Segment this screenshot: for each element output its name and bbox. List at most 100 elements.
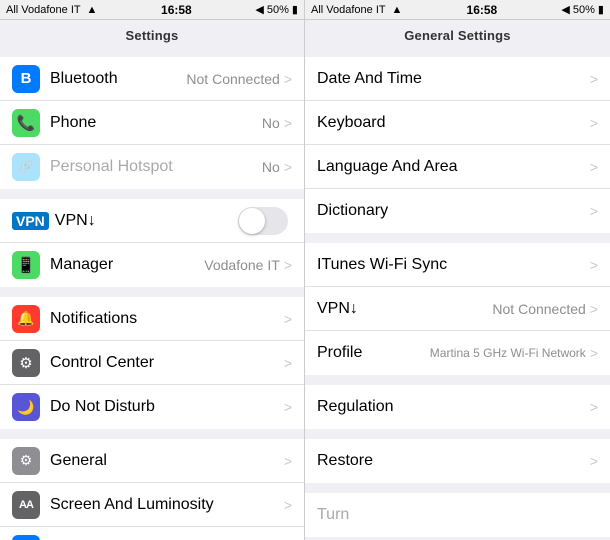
profile-label: Profile xyxy=(317,344,430,362)
turn-item[interactable]: Turn xyxy=(305,493,610,537)
hotspot-chevron: > xyxy=(284,159,292,175)
bluetooth-label: Bluetooth xyxy=(50,70,186,88)
ituneswifisync-item[interactable]: ITunes Wi-Fi Sync > xyxy=(305,243,610,287)
background-item[interactable]: ✦ Background > xyxy=(0,527,304,540)
notifications-item[interactable]: 🔔 Notifications > xyxy=(0,297,304,341)
time-left: 16:58 xyxy=(161,3,192,17)
hotspot-icon: 🔗 xyxy=(12,153,40,181)
right-vpn-value: Not Connected xyxy=(492,301,585,317)
gap xyxy=(0,47,304,57)
manager-label: Manager xyxy=(50,256,204,274)
keyboard-item[interactable]: Keyboard > xyxy=(305,101,610,145)
r-gap4 xyxy=(305,429,610,439)
profile-value: Martina 5 GHz Wi-Fi Network xyxy=(430,346,586,360)
general-settings-title: General Settings xyxy=(305,20,610,47)
phone-item[interactable]: 📞 Phone No > xyxy=(0,101,304,145)
gap2 xyxy=(0,189,304,199)
notifications-label: Notifications xyxy=(50,310,284,328)
hotspot-value: No xyxy=(262,159,280,175)
keyboard-chevron: > xyxy=(590,115,598,131)
controlcenter-icon: ⚙ xyxy=(12,349,40,377)
appearance-group: ⚙ General > AA Screen And Luminosity > ✦… xyxy=(0,439,304,540)
status-bar-left: All Vodafone IT ▲ 16:58 ◀ 50% ▮ xyxy=(0,0,305,20)
hotspot-item[interactable]: 🔗 Personal Hotspot No > xyxy=(0,145,304,189)
donotdisturb-chevron: > xyxy=(284,399,292,415)
battery-right: ◀ 50% ▮ xyxy=(561,3,604,16)
bluetooth-icon: B xyxy=(12,65,40,93)
right-vpn-chevron: > xyxy=(590,301,598,317)
general-label: General xyxy=(50,452,284,470)
donotdisturb-icon: 🌙 xyxy=(12,393,40,421)
carrier-right: All Vodafone IT ▲ xyxy=(311,4,402,16)
datetime-item[interactable]: Date And Time > xyxy=(305,57,610,101)
donotdisturb-label: Do Not Disturb xyxy=(50,398,284,416)
itunes-group: ITunes Wi-Fi Sync > VPN↓ Not Connected >… xyxy=(305,243,610,375)
bluetooth-item[interactable]: B Bluetooth Not Connected > xyxy=(0,57,304,101)
screenluminosity-chevron: > xyxy=(284,497,292,513)
status-bar-right: All Vodafone IT ▲ 16:58 ◀ 50% ▮ xyxy=(305,0,610,20)
notifications-icon: 🔔 xyxy=(12,305,40,333)
status-bar: All Vodafone IT ▲ 16:58 ◀ 50% ▮ All Voda… xyxy=(0,0,610,20)
dictionary-item[interactable]: Dictionary > xyxy=(305,189,610,233)
r-gap1 xyxy=(305,47,610,57)
regulation-item[interactable]: Regulation > xyxy=(305,385,610,429)
r-gap2 xyxy=(305,233,610,243)
right-vpn-item[interactable]: VPN↓ Not Connected > xyxy=(305,287,610,331)
restore-item[interactable]: Restore > xyxy=(305,439,610,483)
manager-icon: 📱 xyxy=(12,251,40,279)
regulation-label: Regulation xyxy=(317,398,590,416)
right-vpn-label: VPN↓ xyxy=(317,300,492,318)
vpn-item[interactable]: VPN VPN↓ xyxy=(0,199,304,243)
system-group: 🔔 Notifications > ⚙ Control Center > 🌙 D… xyxy=(0,297,304,429)
controlcenter-chevron: > xyxy=(284,355,292,371)
r-gap3 xyxy=(305,375,610,385)
vpn-label: VPN↓ xyxy=(55,212,238,230)
vpn-toggle[interactable] xyxy=(238,207,288,235)
datetime-label: Date And Time xyxy=(317,70,590,88)
battery-left: ◀ 50% ▮ xyxy=(255,3,298,16)
profile-item[interactable]: Profile Martina 5 GHz Wi-Fi Network > xyxy=(305,331,610,375)
dictionary-label: Dictionary xyxy=(317,202,590,220)
gap4 xyxy=(0,429,304,439)
keyboard-label: Keyboard xyxy=(317,114,590,132)
profile-chevron: > xyxy=(590,345,598,361)
background-icon: ✦ xyxy=(12,535,40,540)
general-item[interactable]: ⚙ General > xyxy=(0,439,304,483)
time-right: 16:58 xyxy=(467,3,498,17)
gap3 xyxy=(0,287,304,297)
datetime-chevron: > xyxy=(590,71,598,87)
screenluminosity-icon: AA xyxy=(12,491,40,519)
restore-chevron: > xyxy=(590,453,598,469)
general-icon: ⚙ xyxy=(12,447,40,475)
carrier-left: All Vodafone IT ▲ xyxy=(6,4,97,16)
restore-label: Restore xyxy=(317,452,590,470)
r-gap5 xyxy=(305,483,610,493)
ituneswifisync-chevron: > xyxy=(590,257,598,273)
phone-value: No xyxy=(262,115,280,131)
restore-group: Restore > xyxy=(305,439,610,483)
dictionary-chevron: > xyxy=(590,203,598,219)
manager-chevron: > xyxy=(284,257,292,273)
phone-label: Phone xyxy=(50,114,262,132)
general-settings-panel: General Settings Date And Time > Keyboar… xyxy=(305,20,610,540)
phone-chevron: > xyxy=(284,115,292,131)
donotdisturb-item[interactable]: 🌙 Do Not Disturb > xyxy=(0,385,304,429)
turn-group: Turn xyxy=(305,493,610,537)
phone-icon: 📞 xyxy=(12,109,40,137)
regulation-group: Regulation > xyxy=(305,385,610,429)
hotspot-label: Personal Hotspot xyxy=(50,158,262,176)
screenluminosity-label: Screen And Luminosity xyxy=(50,496,284,514)
controlcenter-item[interactable]: ⚙ Control Center > xyxy=(0,341,304,385)
screenluminosity-item[interactable]: AA Screen And Luminosity > xyxy=(0,483,304,527)
bluetooth-chevron: > xyxy=(284,71,292,87)
languagearea-item[interactable]: Language And Area > xyxy=(305,145,610,189)
settings-title: Settings xyxy=(0,20,304,47)
languagearea-label: Language And Area xyxy=(317,158,590,176)
manager-value: Vodafone IT xyxy=(204,257,280,273)
manager-item[interactable]: 📱 Manager Vodafone IT > xyxy=(0,243,304,287)
connectivity-group: B Bluetooth Not Connected > 📞 Phone No >… xyxy=(0,57,304,189)
bluetooth-value: Not Connected xyxy=(186,71,279,87)
turn-label: Turn xyxy=(317,506,598,524)
ituneswifisync-label: ITunes Wi-Fi Sync xyxy=(317,256,590,274)
controlcenter-label: Control Center xyxy=(50,354,284,372)
